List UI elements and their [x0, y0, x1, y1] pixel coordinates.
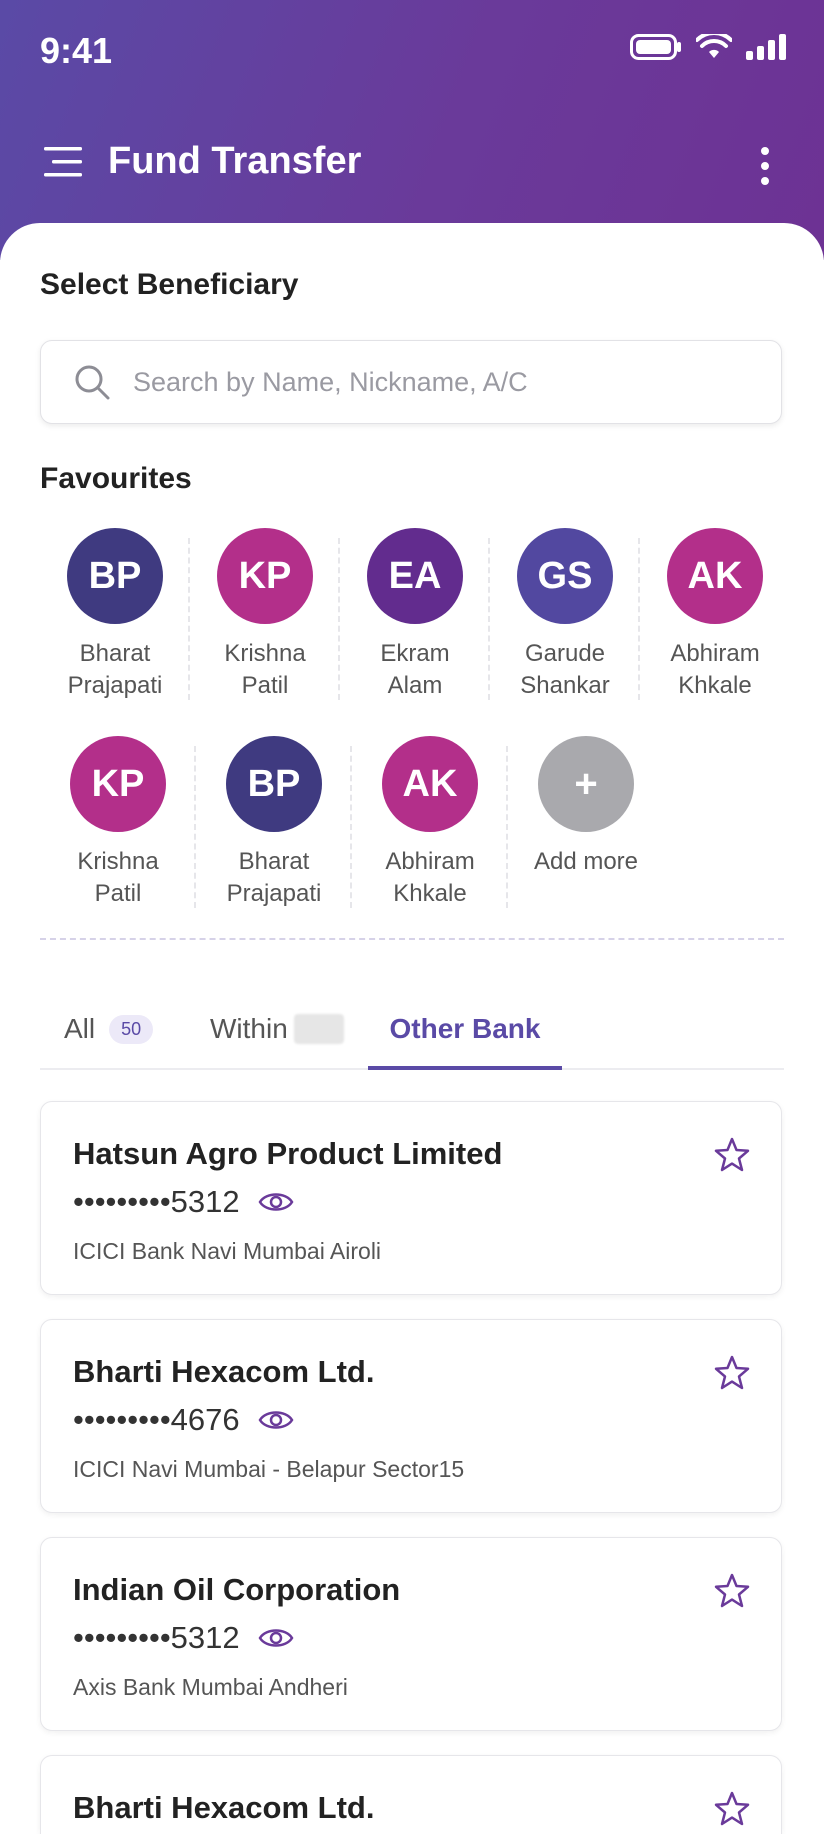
favourite-name: Bharat Prajapati [199, 846, 349, 910]
avatar: BP [67, 528, 163, 624]
avatar: BP [226, 736, 322, 832]
favourites-heading: Favourites [40, 462, 192, 495]
add-more-favourite-button[interactable]: + Add more [508, 736, 664, 944]
section-divider [40, 938, 784, 940]
favourite-name: Add more [511, 846, 661, 878]
favourite-first-name: Bharat [79, 640, 151, 667]
favourite-name: Bharat Prajapati [40, 638, 190, 702]
avatar: EA [367, 528, 463, 624]
favourite-first-name: Abhiram [670, 640, 760, 667]
beneficiary-name: Hatsun Agro Product Limited [73, 1136, 503, 1171]
beneficiary-card[interactable]: Hatsun Agro Product Limited •••••••••531… [40, 1101, 782, 1295]
redacted-bank-name [293, 1014, 344, 1044]
search-icon [75, 365, 110, 400]
signal-icon [746, 34, 786, 60]
favourite-last-name: Patil [94, 880, 142, 907]
battery-icon [630, 34, 681, 60]
active-tab-indicator [368, 1066, 562, 1070]
account-number: •••••••••4676 [73, 1402, 294, 1438]
account-number: •••••••••5312 [73, 1620, 294, 1656]
tab-label: Other Bank [389, 1013, 541, 1044]
favourite-item[interactable]: AK Abhiram Khkale [640, 528, 790, 736]
avatar: AK [382, 736, 478, 832]
beneficiary-card[interactable]: Bharti Hexacom Ltd. [40, 1755, 782, 1834]
search-box[interactable] [40, 340, 782, 424]
favourite-name: Ekram Alam [340, 638, 490, 702]
favourites-grid: BP Bharat Prajapati KP Krishna Patil EA … [40, 528, 784, 944]
masked-account: •••••••••5312 [73, 1620, 240, 1655]
beneficiary-card[interactable]: Indian Oil Corporation •••••••••5312 Axi… [40, 1537, 782, 1731]
favourite-first-name: Bharat [238, 848, 310, 875]
avatar: KP [217, 528, 313, 624]
eye-icon[interactable] [258, 1190, 294, 1214]
favourite-first-name: Garude [524, 640, 606, 667]
bank-branch: ICICI Navi Mumbai - Belapur Sector15 [73, 1456, 465, 1482]
tab-label: All [64, 1013, 96, 1044]
beneficiary-name: Indian Oil Corporation [73, 1572, 401, 1607]
favourite-last-name: Shankar [520, 672, 610, 699]
favourite-item[interactable]: GS Garude Shankar [490, 528, 640, 736]
account-number: •••••••••5312 [73, 1184, 294, 1220]
favourites-row: KP Krishna Patil BP Bharat Prajapati AK … [40, 736, 784, 944]
search-input[interactable] [131, 351, 755, 413]
bank-branch: Axis Bank Mumbai Andheri [73, 1674, 348, 1700]
favourite-name: Krishna Patil [43, 846, 193, 910]
favourite-name: Abhiram Khkale [355, 846, 505, 910]
favourite-first-name: Krishna [77, 848, 159, 875]
favourite-name: Abhiram Khkale [640, 638, 790, 702]
star-icon[interactable] [713, 1572, 751, 1610]
plus-icon: + [538, 736, 634, 832]
avatar: GS [517, 528, 613, 624]
favourite-last-name: Patil [241, 672, 289, 699]
favourites-row: BP Bharat Prajapati KP Krishna Patil EA … [40, 528, 784, 736]
add-more-label: Add more [533, 848, 639, 875]
select-beneficiary-heading: Select Beneficiary [40, 268, 299, 301]
eye-icon[interactable] [258, 1408, 294, 1432]
menu-icon[interactable] [44, 145, 84, 179]
star-icon[interactable] [713, 1354, 751, 1392]
avatar: KP [70, 736, 166, 832]
wifi-icon [696, 34, 732, 58]
star-icon[interactable] [713, 1136, 751, 1174]
count-badge: 50 [109, 1014, 154, 1044]
tab-all[interactable]: All 50 [64, 990, 154, 1068]
titlebar: Fund Transfer [44, 140, 361, 183]
beneficiary-name: Bharti Hexacom Ltd. [73, 1790, 375, 1825]
favourite-item[interactable]: AK Abhiram Khkale [352, 736, 508, 944]
beneficiary-card[interactable]: Bharti Hexacom Ltd. •••••••••4676 ICICI … [40, 1319, 782, 1513]
masked-account: •••••••••4676 [73, 1402, 240, 1437]
favourite-name: Krishna Patil [190, 638, 340, 702]
favourite-last-name: Alam [387, 672, 443, 699]
favourite-item[interactable]: BP Bharat Prajapati [40, 528, 190, 736]
favourite-first-name: Abhiram [385, 848, 475, 875]
beneficiary-tabs: All 50 Within Other Bank [40, 990, 784, 1070]
tab-within[interactable]: Within [210, 990, 344, 1068]
favourite-first-name: Ekram [380, 640, 450, 667]
page-title: Fund Transfer [108, 140, 362, 182]
eye-icon[interactable] [258, 1626, 294, 1650]
favourite-item[interactable]: BP Bharat Prajapati [196, 736, 352, 944]
status-time: 9:41 [40, 30, 113, 71]
star-icon[interactable] [713, 1790, 751, 1828]
masked-account: •••••••••5312 [73, 1184, 240, 1219]
beneficiary-name: Bharti Hexacom Ltd. [73, 1354, 375, 1389]
favourite-first-name: Krishna [224, 640, 306, 667]
favourite-last-name: Khkale [678, 672, 752, 699]
more-options-icon[interactable] [758, 146, 772, 186]
favourite-last-name: Prajapati [67, 672, 163, 699]
favourite-last-name: Khkale [393, 880, 467, 907]
tab-other-bank[interactable]: Other Bank [368, 990, 562, 1070]
favourite-item[interactable]: KP Krishna Patil [190, 528, 340, 736]
favourite-item[interactable]: EA Ekram Alam [340, 528, 490, 736]
avatar: AK [667, 528, 763, 624]
tab-label: Within [210, 1013, 288, 1044]
favourite-name: Garude Shankar [490, 638, 640, 702]
bank-branch: ICICI Bank Navi Mumbai Airoli [73, 1238, 382, 1264]
app-header: 9:41 Fund Transfer [0, 0, 824, 260]
status-icons [630, 34, 786, 60]
favourite-last-name: Prajapati [226, 880, 322, 907]
favourite-item[interactable]: KP Krishna Patil [40, 736, 196, 944]
